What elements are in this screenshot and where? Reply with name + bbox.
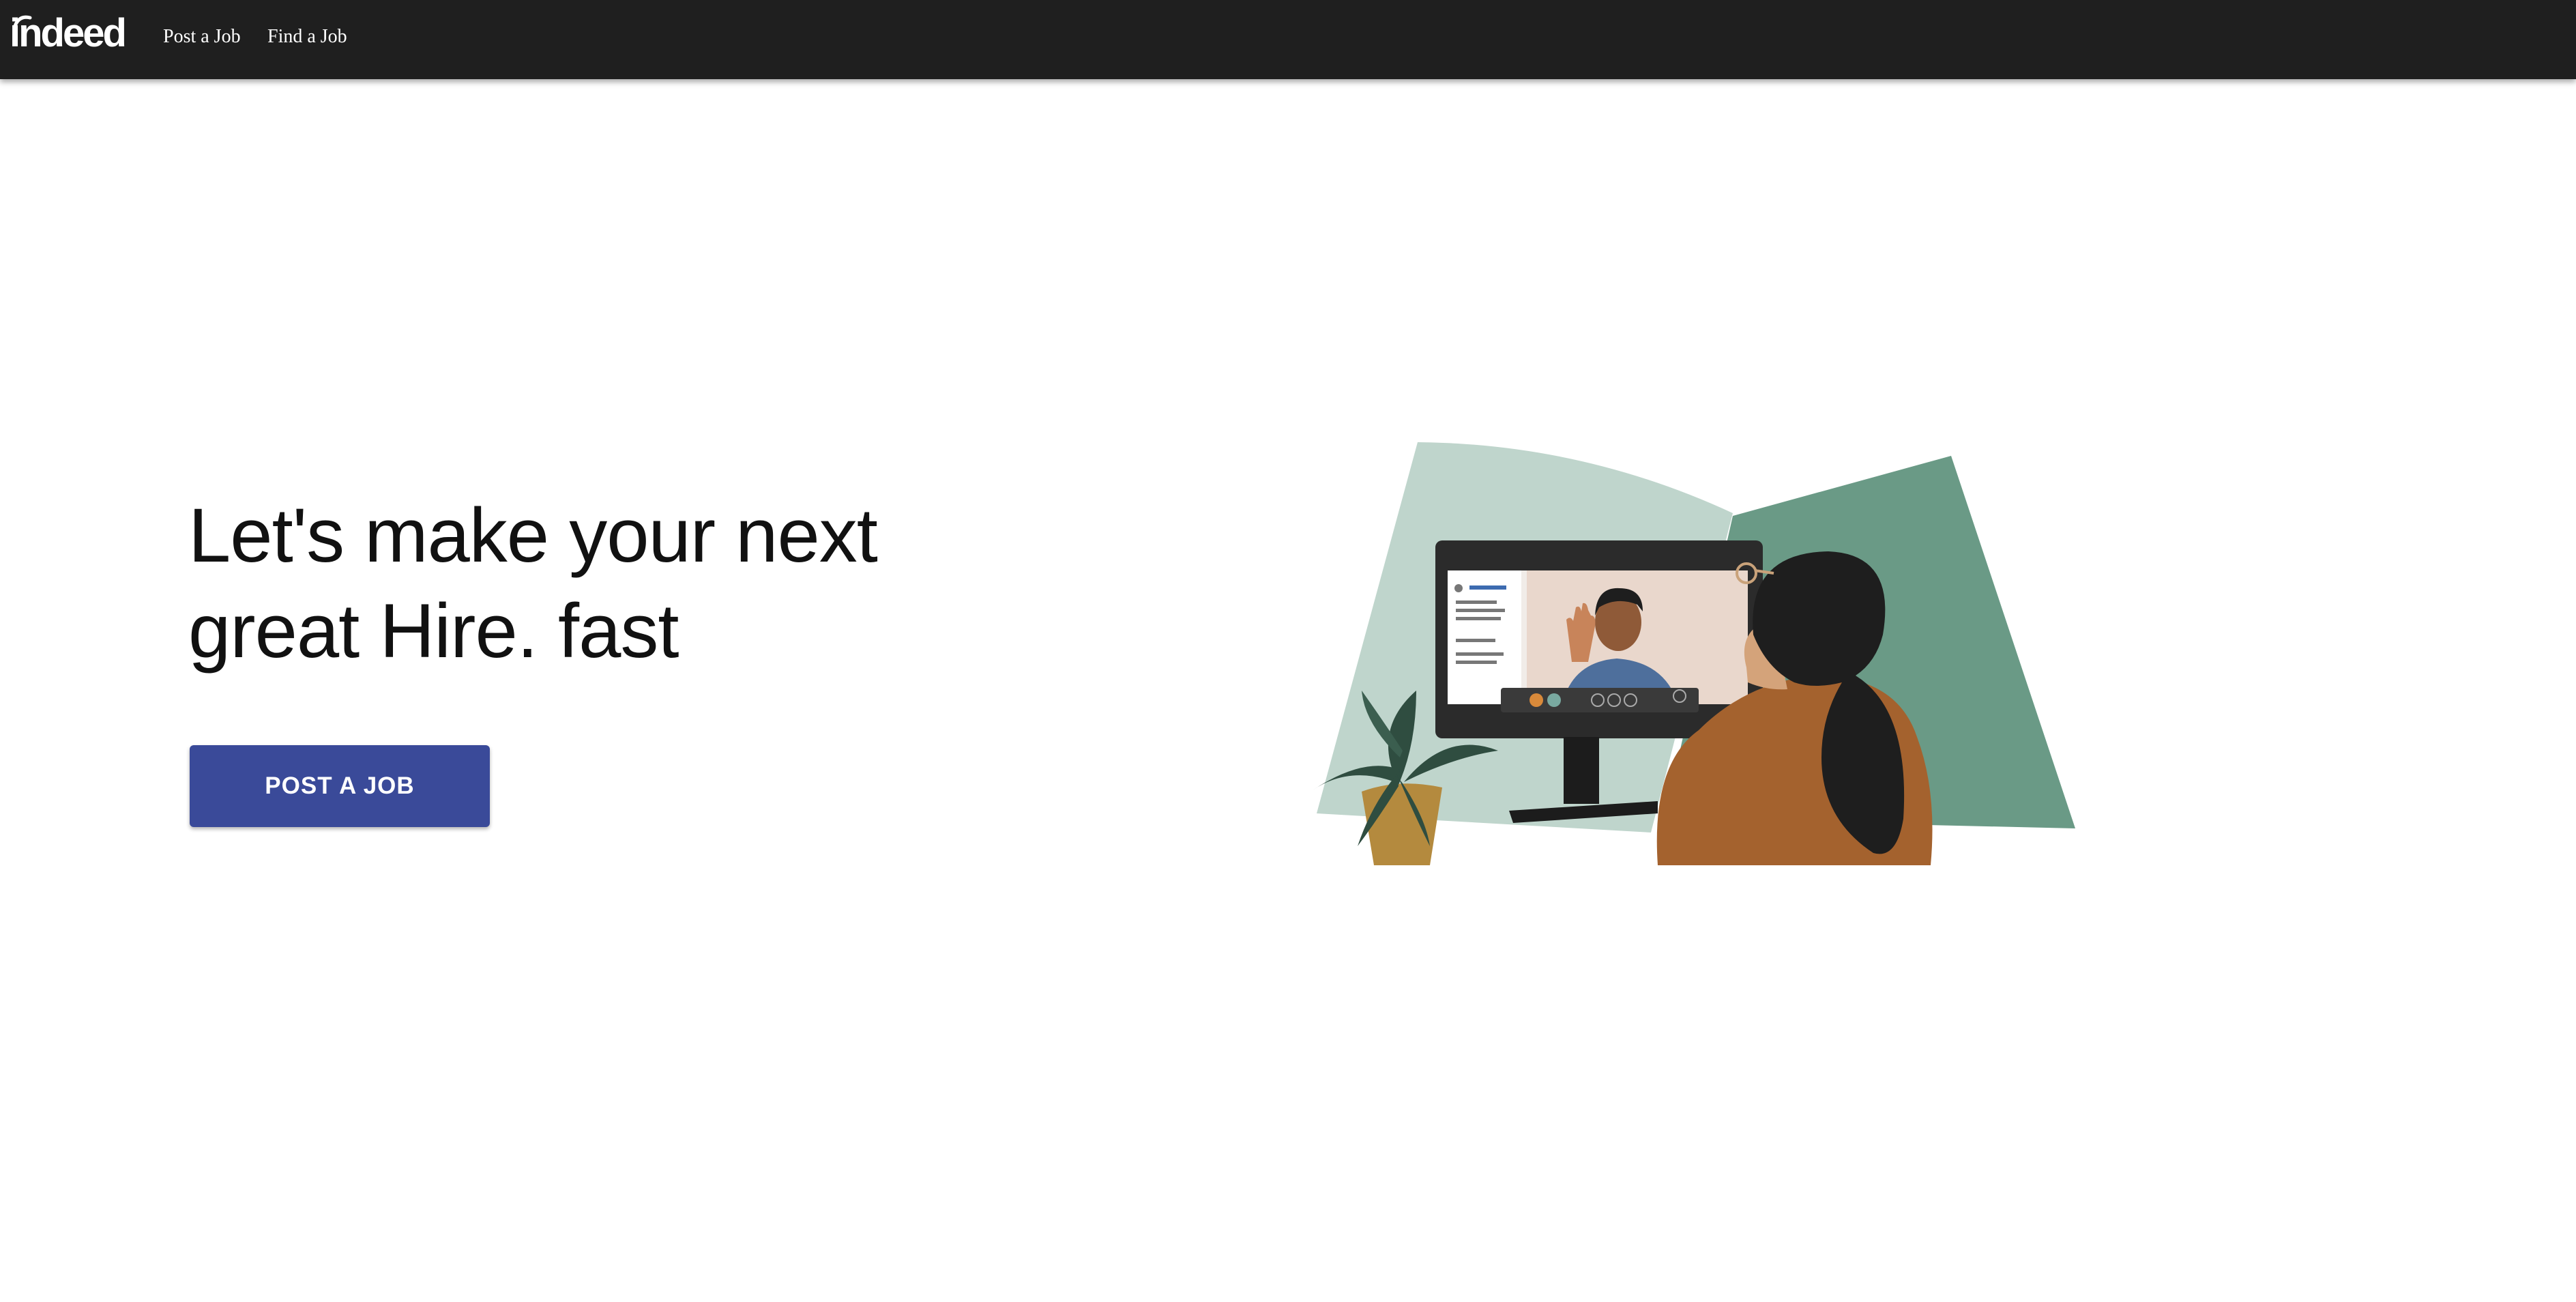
top-navbar: indeed Post a Job Find a Job	[0, 0, 2576, 79]
video-interview-illustration	[1313, 442, 2075, 865]
nav-find-a-job-link[interactable]: Find a Job	[267, 23, 347, 50]
indeed-logo[interactable]: indeed	[10, 10, 127, 57]
post-a-job-button[interactable]: POST A JOB	[190, 745, 490, 827]
nav-post-a-job-link[interactable]: Post a Job	[163, 23, 241, 50]
hero-headline: Let's make your next great Hire. fast	[188, 493, 878, 674]
logo-arc-icon	[13, 15, 32, 28]
